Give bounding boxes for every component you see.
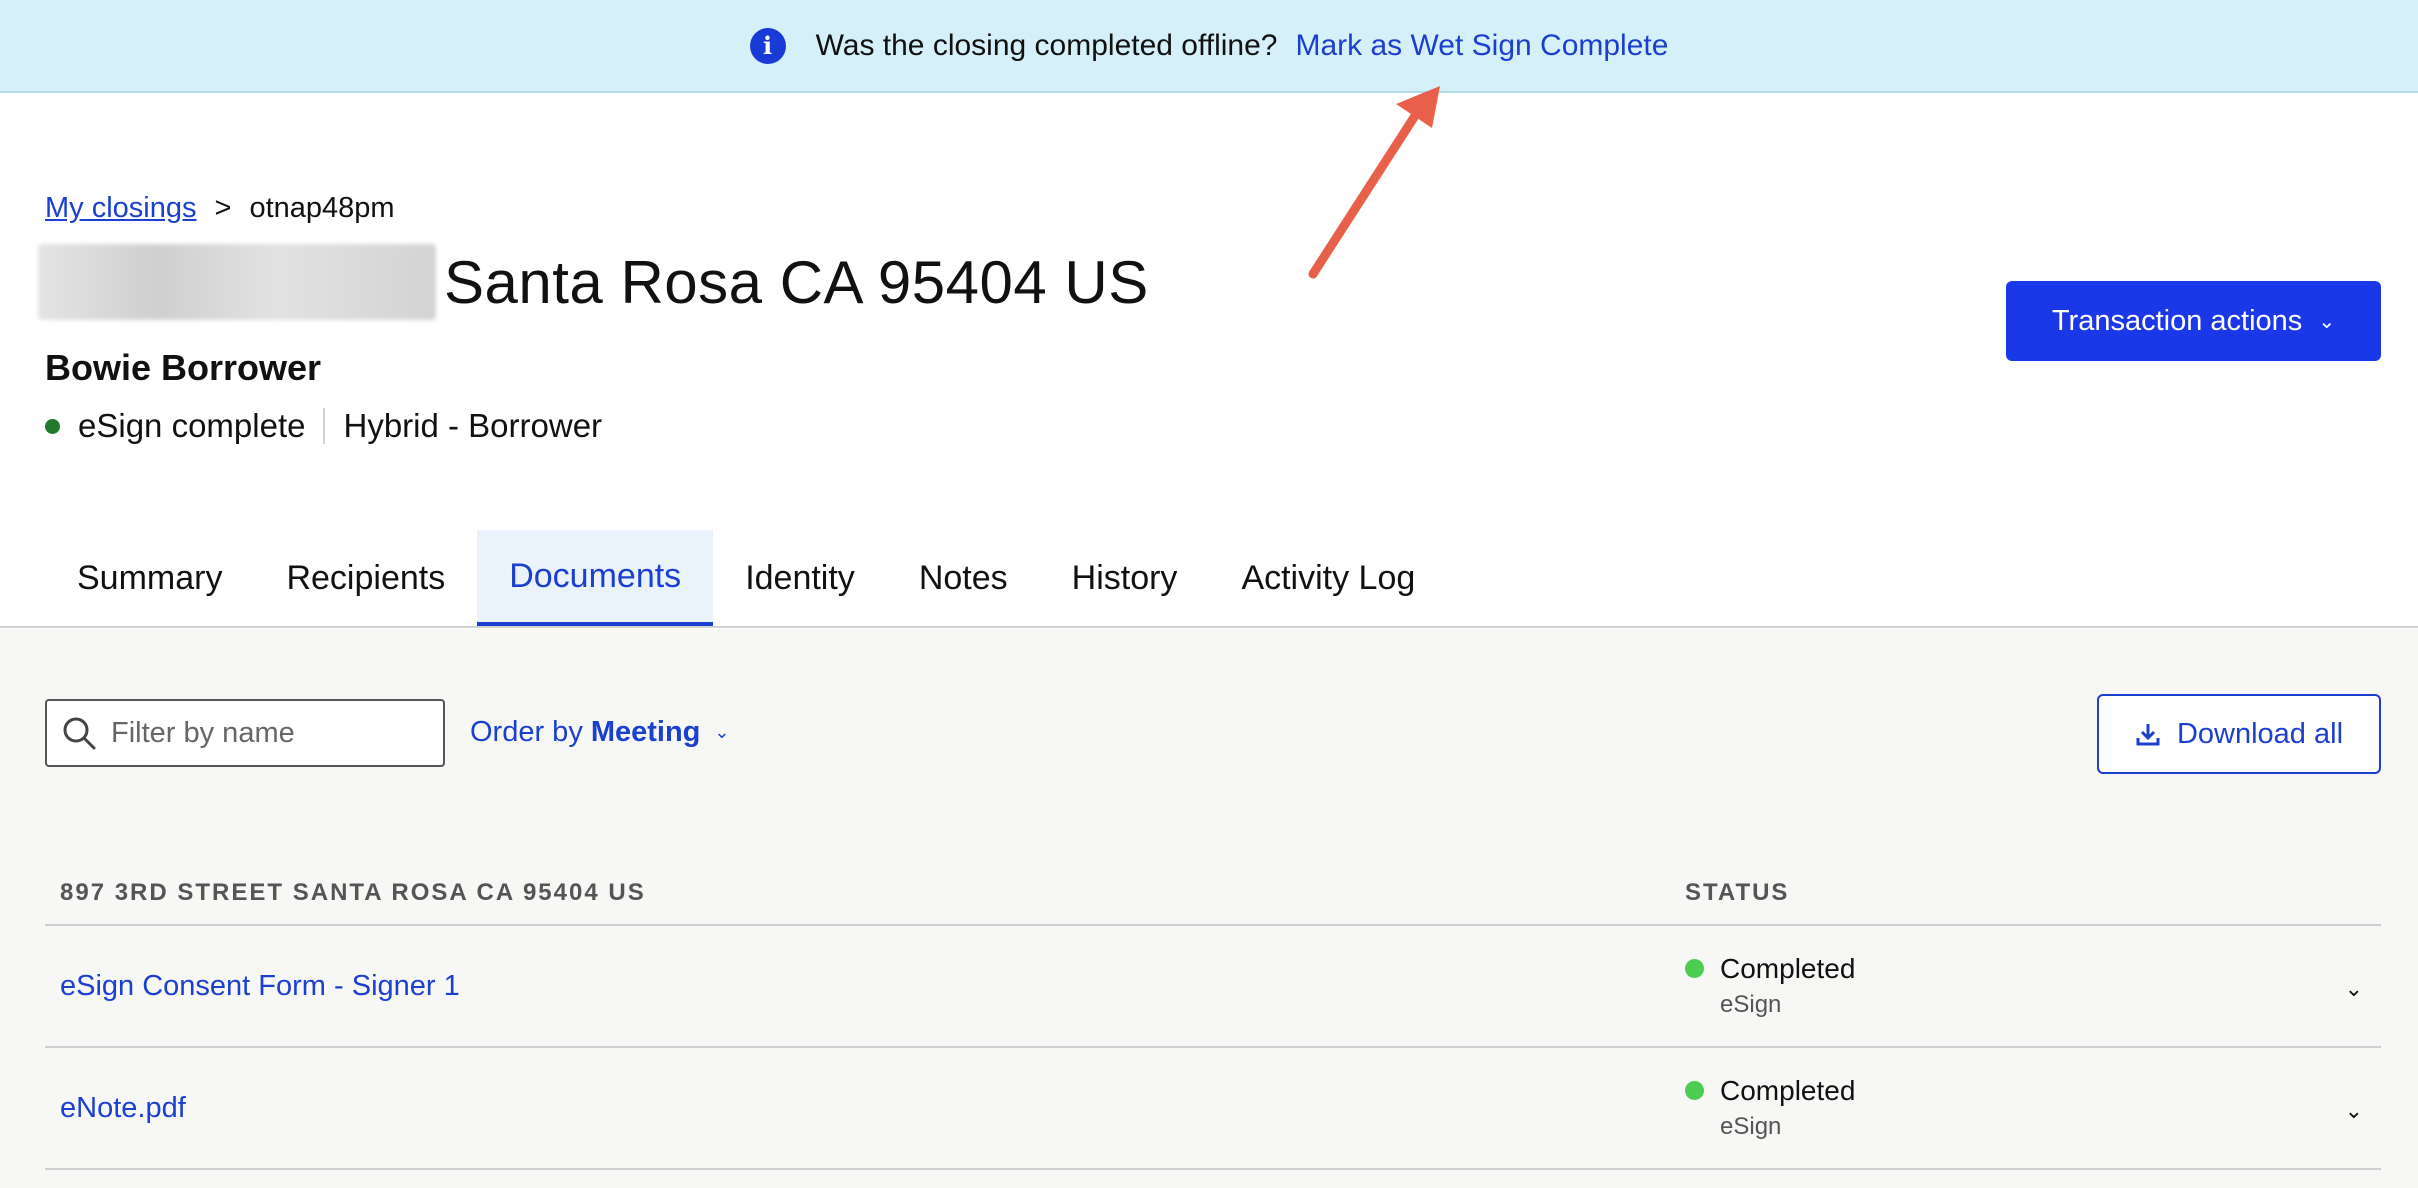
- tab-bar: Summary Recipients Documents Identity No…: [0, 530, 2418, 628]
- chevron-down-icon: ⌄: [714, 722, 730, 742]
- tab-recipients[interactable]: Recipients: [254, 530, 477, 626]
- tab-history[interactable]: History: [1040, 530, 1210, 626]
- status-divider: [323, 408, 326, 444]
- closing-type: Hybrid - Borrower: [343, 407, 603, 444]
- breadcrumb-current: otnap48pm: [249, 192, 395, 224]
- transaction-actions-label: Transaction actions: [2051, 304, 2303, 337]
- table-row[interactable]: eNote.pdf Completed eSign ⌄: [45, 1048, 2381, 1170]
- document-name-link[interactable]: eSign Consent Form - Signer 1: [45, 970, 1685, 1003]
- banner-text: Was the closing completed offline?: [815, 28, 1278, 62]
- mark-wet-sign-complete-link[interactable]: Mark as Wet Sign Complete: [1296, 29, 1669, 63]
- status-complete-dot-icon: [1685, 959, 1704, 978]
- document-name-link[interactable]: eNote.pdf: [45, 1092, 1685, 1125]
- status-dot-icon: [45, 418, 60, 434]
- tab-notes[interactable]: Notes: [887, 530, 1040, 626]
- borrower-name: Bowie Borrower: [45, 347, 322, 388]
- tab-summary[interactable]: Summary: [45, 530, 254, 626]
- chevron-down-icon: ⌄: [2318, 310, 2336, 333]
- info-banner: i Was the closing completed offline? Mar…: [0, 0, 2418, 93]
- order-by-dropdown[interactable]: Order by Meeting ⌄: [470, 716, 729, 749]
- page-title-row: Santa Rosa CA 95404 US: [38, 244, 1149, 320]
- status-complete-dot-icon: [1685, 1081, 1704, 1100]
- download-all-button[interactable]: Download all: [2097, 694, 2381, 774]
- tab-activity-log[interactable]: Activity Log: [1209, 530, 1447, 626]
- filter-by-name-input[interactable]: [111, 716, 411, 750]
- tab-documents[interactable]: Documents: [477, 530, 714, 626]
- breadcrumb-separator: >: [214, 192, 232, 224]
- document-sign-method: eSign: [1720, 1113, 1782, 1140]
- transaction-actions-button[interactable]: Transaction actions ⌄: [2006, 281, 2381, 361]
- breadcrumb: My closings > otnap48pm: [45, 192, 395, 225]
- download-all-label: Download all: [2176, 717, 2344, 750]
- breadcrumb-my-closings-link[interactable]: My closings: [45, 192, 197, 225]
- order-by-prefix: Order by: [470, 716, 583, 748]
- tab-identity[interactable]: Identity: [713, 530, 887, 626]
- column-header-status: STATUS: [1685, 879, 1790, 906]
- table-row[interactable]: eSign Consent Form - Signer 1 Completed …: [45, 926, 2381, 1048]
- chevron-down-icon[interactable]: ⌄: [2345, 976, 2363, 1002]
- closing-status-line: eSign complete Hybrid - Borrower: [45, 407, 602, 445]
- search-icon: [63, 717, 96, 750]
- document-sign-method: eSign: [1720, 991, 1782, 1018]
- document-status: Completed eSign: [1685, 953, 1855, 1019]
- download-icon: [2136, 724, 2160, 746]
- document-status: Completed eSign: [1685, 1075, 1855, 1141]
- order-by-value: Meeting: [590, 716, 701, 748]
- document-status-label: Completed: [1720, 1075, 1856, 1106]
- documents-table: 897 3RD STREET SANTA ROSA CA 95404 US ST…: [45, 862, 2381, 1170]
- documents-panel: Order by Meeting ⌄ Download all 897 3RD …: [0, 629, 2418, 1188]
- page-title: Santa Rosa CA 95404 US: [444, 248, 1149, 316]
- closing-status: eSign complete: [78, 407, 306, 444]
- info-icon: i: [749, 27, 786, 64]
- column-header-address: 897 3RD STREET SANTA ROSA CA 95404 US: [60, 879, 646, 906]
- document-status-label: Completed: [1720, 953, 1856, 984]
- redacted-street-address: [38, 244, 436, 320]
- table-header: 897 3RD STREET SANTA ROSA CA 95404 US ST…: [45, 862, 2381, 926]
- chevron-down-icon[interactable]: ⌄: [2345, 1098, 2363, 1124]
- filter-search-box[interactable]: [45, 699, 445, 767]
